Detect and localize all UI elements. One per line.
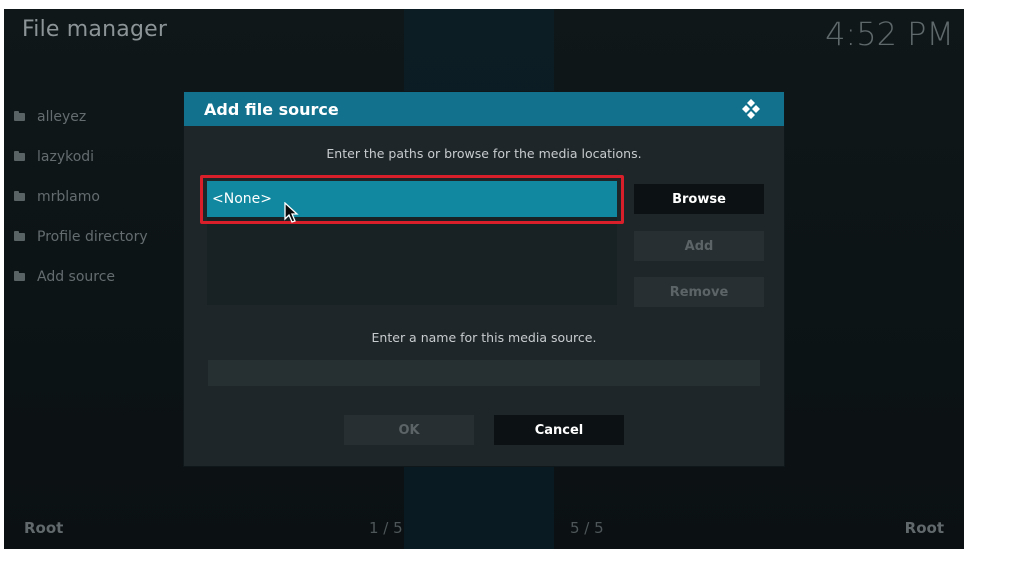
- sidebar-item-label: Profile directory: [37, 229, 148, 245]
- folder-icon: [14, 111, 25, 121]
- browse-button[interactable]: Browse: [634, 184, 764, 214]
- page-title: File manager: [22, 17, 168, 42]
- sidebar-item-label: lazykodi: [37, 149, 95, 165]
- sidebar-item-alleyez[interactable]: alleyez: [14, 97, 148, 137]
- clock: 4:52 PM: [825, 15, 954, 53]
- folder-icon: [14, 151, 25, 161]
- paths-hint: Enter the paths or browse for the media …: [326, 146, 642, 161]
- name-hint: Enter a name for this media source.: [371, 330, 597, 345]
- ok-button[interactable]: OK: [344, 415, 474, 445]
- source-list: alleyez lazykodi mrblamo Profile directo…: [14, 97, 148, 297]
- sidebar-item-mrblamo[interactable]: mrblamo: [14, 177, 148, 217]
- sidebar-item-add-source[interactable]: Add source: [14, 257, 148, 297]
- source-name-input[interactable]: [208, 360, 760, 386]
- add-button[interactable]: Add: [634, 231, 764, 261]
- sidebar-item-label: Add source: [37, 269, 116, 285]
- dialog-title: Add file source: [204, 99, 339, 119]
- sidebar-item-profile-directory[interactable]: Profile directory: [14, 217, 148, 257]
- file-manager-window: File manager 4:52 PM alleyez lazykodi mr…: [4, 9, 964, 549]
- highlight-box: [200, 175, 624, 224]
- folder-icon: [14, 231, 25, 241]
- sidebar-item-lazykodi[interactable]: lazykodi: [14, 137, 148, 177]
- dialog-header: Add file source: [184, 92, 784, 126]
- remove-button[interactable]: Remove: [634, 277, 764, 307]
- add-file-source-dialog: Add file source Enter the paths or brows…: [184, 92, 784, 466]
- footer-root-left: Root: [24, 519, 64, 537]
- kodi-logo-icon: [742, 99, 760, 119]
- footer-page-counter-right: 5 / 5: [570, 519, 604, 537]
- mouse-cursor-icon: [284, 202, 299, 223]
- cancel-button[interactable]: Cancel: [494, 415, 624, 445]
- sidebar-item-label: mrblamo: [37, 189, 100, 205]
- folder-icon: [14, 271, 25, 281]
- sidebar-item-label: alleyez: [37, 109, 87, 125]
- folder-icon: [14, 191, 25, 201]
- footer-root-right: Root: [904, 519, 944, 537]
- footer-page-counter-left: 1 / 5: [369, 519, 403, 537]
